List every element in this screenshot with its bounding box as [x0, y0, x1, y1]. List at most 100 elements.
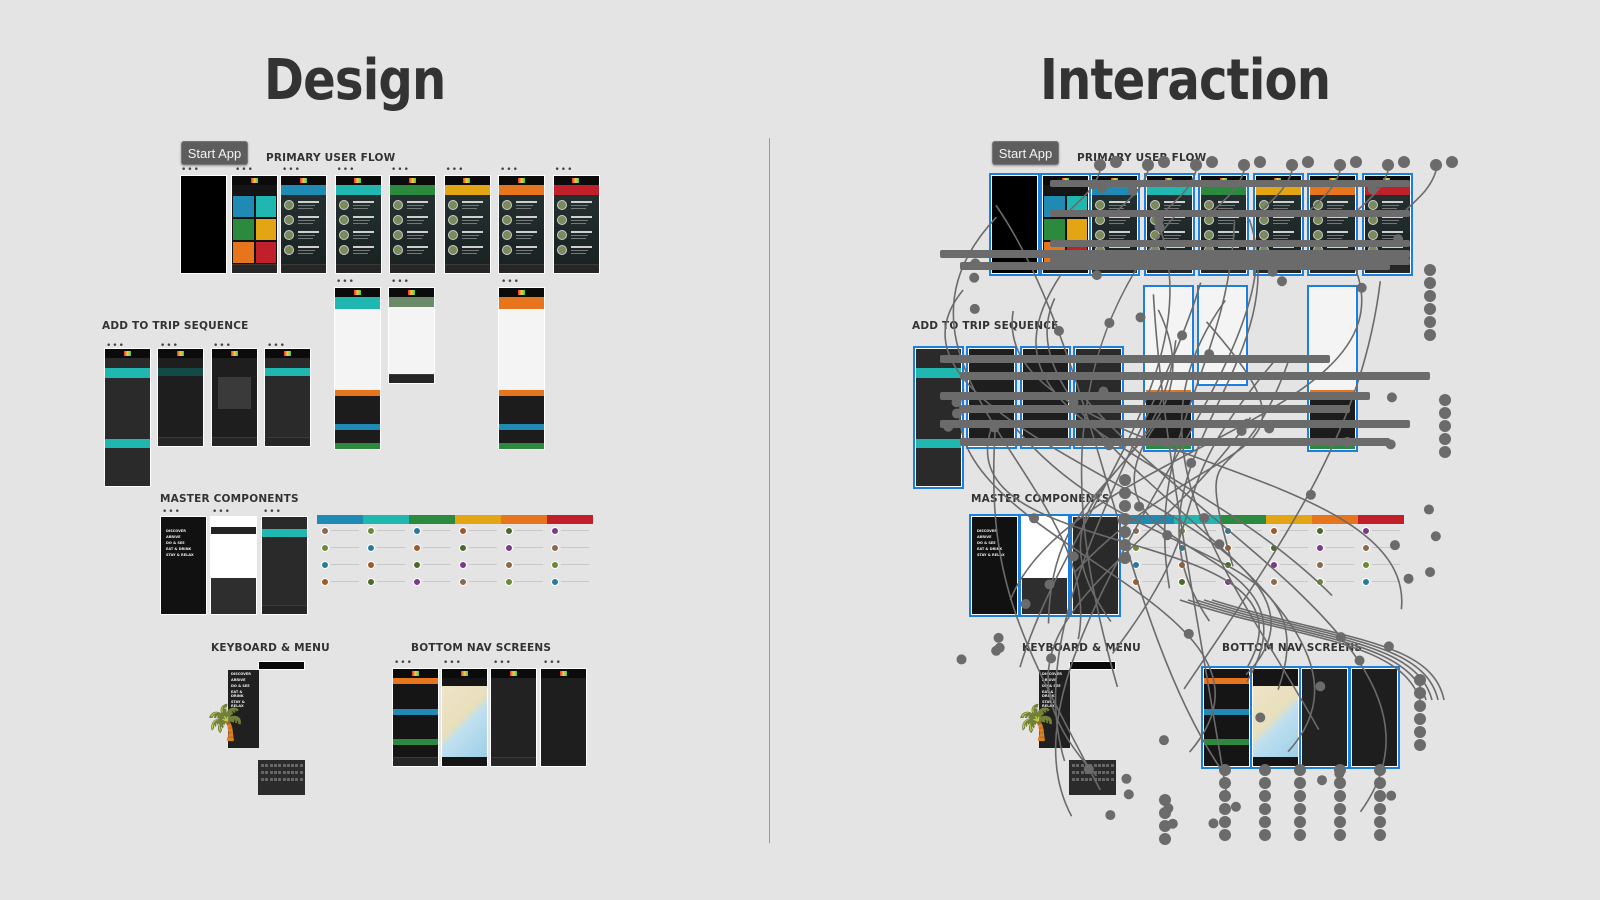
link-connector-node[interactable]: [1254, 156, 1266, 168]
category-list-artboard-island-hopper[interactable]: [1143, 173, 1195, 276]
link-connector-node[interactable]: [1119, 552, 1131, 564]
link-connector-node[interactable]: [1424, 290, 1436, 302]
link-connector-node[interactable]: [1439, 446, 1451, 458]
link-connector-node[interactable]: [994, 642, 1005, 653]
category-list-artboard-wild-at-heart[interactable]: [443, 175, 491, 274]
link-connector-node[interactable]: [1334, 159, 1346, 171]
link-connector-node[interactable]: [1119, 474, 1131, 486]
menu-item[interactable]: DO & SEE: [977, 541, 1012, 545]
my-trips-modal-artboard[interactable]: [211, 348, 258, 447]
weather-events-screen[interactable]: [392, 668, 439, 767]
menu-item[interactable]: EAT & DRINK: [166, 547, 201, 551]
my-trips-artboard-selected-3[interactable]: [1073, 346, 1124, 449]
artboard-handle[interactable]: •••: [336, 278, 355, 287]
link-connector-node[interactable]: [1208, 818, 1219, 829]
artboard-handle[interactable]: •••: [394, 659, 413, 668]
link-connector-node[interactable]: [991, 645, 1002, 656]
home-grid-artboard[interactable]: [231, 175, 278, 274]
link-connector-node[interactable]: [1383, 641, 1394, 652]
link-connector-node[interactable]: [1439, 420, 1451, 432]
link-connector-node[interactable]: [1230, 801, 1241, 812]
link-connector-node[interactable]: [1334, 829, 1346, 841]
link-connector-node[interactable]: [1046, 653, 1057, 664]
category-list-artboard-food-lover[interactable]: [1307, 173, 1358, 276]
link-connector-node[interactable]: [1334, 803, 1346, 815]
link-connector-node[interactable]: [1294, 816, 1306, 828]
link-connector-node[interactable]: [1159, 833, 1171, 845]
link-connector-node[interactable]: [1104, 317, 1115, 328]
link-connector-node[interactable]: [1414, 713, 1426, 725]
my-trips-artboard[interactable]: [264, 348, 311, 447]
link-connector-node[interactable]: [1354, 655, 1365, 666]
category-list-artboard-adventurer[interactable]: [1361, 173, 1413, 276]
link-connector-node[interactable]: [1119, 526, 1131, 538]
artboard-handle[interactable]: •••: [162, 508, 181, 517]
link-connector-node[interactable]: [1238, 159, 1250, 171]
my-trips-component[interactable]: [261, 516, 308, 615]
artboard-handle[interactable]: •••: [263, 508, 282, 517]
artboard-handle[interactable]: •••: [181, 166, 200, 175]
link-connector-node[interactable]: [1119, 539, 1131, 551]
search-keyboard-component[interactable]: [210, 516, 257, 615]
menu-item[interactable]: ARRIVE: [231, 678, 256, 682]
side-menu-component[interactable]: DISCOVER ARRIVE DO & SEE EAT & DRINK STAY & …: [160, 516, 207, 615]
link-connector-node[interactable]: [1121, 773, 1132, 784]
link-connector-node[interactable]: [1389, 540, 1400, 551]
map-screen-selected[interactable]: [1250, 666, 1301, 769]
link-connector-node[interactable]: [1219, 803, 1231, 815]
link-connector-node[interactable]: [1162, 530, 1173, 541]
menu-item[interactable]: DISCOVER: [977, 529, 1012, 533]
link-connector-node[interactable]: [1242, 418, 1253, 429]
artboard-handle[interactable]: •••: [555, 166, 574, 175]
category-list-artboard-thrill-seeker[interactable]: [389, 175, 436, 274]
link-connector-node[interactable]: [1374, 829, 1386, 841]
link-connector-node[interactable]: [1302, 156, 1314, 168]
link-connector-node[interactable]: [1374, 803, 1386, 815]
menu-item[interactable]: EAT & DRINK: [1042, 690, 1067, 698]
link-connector-node[interactable]: [1334, 790, 1346, 802]
menu-item[interactable]: DO & SEE: [166, 541, 201, 545]
artboard-handle[interactable]: •••: [212, 508, 231, 517]
category-list-artboard-explorer[interactable]: [280, 175, 327, 274]
my-trips-artboard-selected-2[interactable]: [1020, 346, 1071, 449]
category-list-artboard-adventurer[interactable]: [552, 175, 600, 274]
my-trips-screen[interactable]: [490, 668, 537, 767]
link-connector-node[interactable]: [1259, 816, 1271, 828]
menu-item[interactable]: DISCOVER: [166, 529, 201, 533]
link-connector-node[interactable]: [1186, 458, 1197, 469]
link-connector-node[interactable]: [1335, 632, 1346, 643]
link-connector-node[interactable]: [1119, 500, 1131, 512]
link-connector-node[interactable]: [1374, 816, 1386, 828]
menu-item[interactable]: DO & SEE: [1042, 684, 1067, 688]
favorites-screen-selected[interactable]: [1349, 666, 1400, 769]
link-connector-node[interactable]: [1123, 789, 1134, 800]
link-connector-node[interactable]: [1424, 329, 1436, 341]
search-keyboard-component-selected[interactable]: [1019, 514, 1070, 617]
splash-screen-artboard-selected[interactable]: [989, 173, 1040, 276]
link-connector-node[interactable]: [1424, 277, 1436, 289]
link-connector-node[interactable]: [1159, 820, 1171, 832]
link-connector-node[interactable]: [1159, 807, 1171, 819]
artboard-handle[interactable]: •••: [391, 166, 410, 175]
link-connector-node[interactable]: [1219, 777, 1231, 789]
link-connector-node[interactable]: [1294, 829, 1306, 841]
link-connector-node[interactable]: [1439, 407, 1451, 419]
link-connector-node[interactable]: [1294, 803, 1306, 815]
link-connector-node[interactable]: [970, 258, 981, 269]
link-connector-node[interactable]: [1414, 739, 1426, 751]
side-menu-component-selected[interactable]: DISCOVER ARRIVE DO & SEE EAT & DRINK STAY & …: [969, 514, 1020, 617]
link-connector-node[interactable]: [1356, 282, 1367, 293]
link-connector-node[interactable]: [1259, 803, 1271, 815]
link-connector-node[interactable]: [1163, 803, 1174, 814]
link-connector-node[interactable]: [1386, 392, 1397, 403]
start-app-button[interactable]: Start App: [181, 141, 248, 165]
home-grid-artboard-selected[interactable]: [1040, 173, 1091, 276]
food-lover-detail-selected[interactable]: [1307, 285, 1358, 452]
add-to-trip-artboard[interactable]: [104, 348, 151, 487]
menu-item[interactable]: ARRIVE: [977, 535, 1012, 539]
favorites-screen[interactable]: [540, 668, 587, 767]
link-connector-node[interactable]: [1264, 423, 1275, 434]
link-connector-node[interactable]: [1294, 777, 1306, 789]
link-connector-node[interactable]: [1236, 425, 1247, 436]
splash-screen-artboard[interactable]: [180, 175, 227, 274]
